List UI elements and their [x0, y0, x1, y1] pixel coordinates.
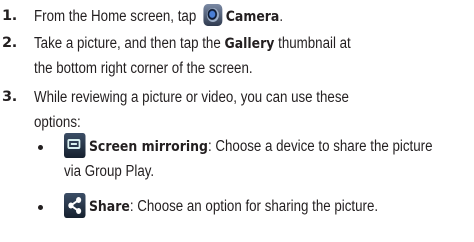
step-2-text: Take a picture, and then tap the — [34, 35, 225, 52]
camera-icon — [203, 3, 223, 26]
step-1-period: . — [279, 8, 284, 25]
step-number: 2. — [2, 35, 17, 51]
step-1-text: From the Home screen, tap — [34, 8, 200, 25]
step-3-line-2: options: — [34, 114, 81, 131]
gallery-label: Gallery — [224, 36, 275, 52]
bullet — [38, 205, 43, 210]
help-page: 1. From the Home screen, tap Camera. 2. … — [0, 0, 474, 242]
step-number: 1. — [2, 8, 17, 24]
camera-label: Camera — [225, 9, 280, 25]
step-2-text-cont: thumbnail at — [274, 35, 351, 52]
step-text: While reviewing a picture or video, you … — [34, 85, 464, 135]
option-text: Screen mirroring: Choose a device to sha… — [64, 133, 474, 184]
step-number: 3. — [2, 89, 17, 105]
step-2-line-2: the bottom right corner of the screen. — [34, 60, 253, 77]
screen-mirroring-label: Screen mirroring — [88, 139, 208, 155]
share-desc: : Choose an option for sharing the pictu… — [129, 198, 379, 215]
step-text: Take a picture, and then tap the Gallery… — [34, 31, 464, 81]
screen-mirroring-desc: : Choose a device to share the picture — [207, 138, 433, 155]
step-3-line-1: While reviewing a picture or video, you … — [34, 89, 349, 106]
share-label: Share — [88, 199, 130, 215]
step-text: From the Home screen, tap Camera. — [34, 3, 464, 29]
screen-mirroring-icon — [64, 133, 86, 159]
screen-mirroring-desc-2: via Group Play. — [64, 163, 155, 180]
option-text: Share: Choose an option for sharing the … — [64, 193, 474, 219]
share-icon — [64, 193, 86, 219]
bullet — [38, 145, 43, 150]
